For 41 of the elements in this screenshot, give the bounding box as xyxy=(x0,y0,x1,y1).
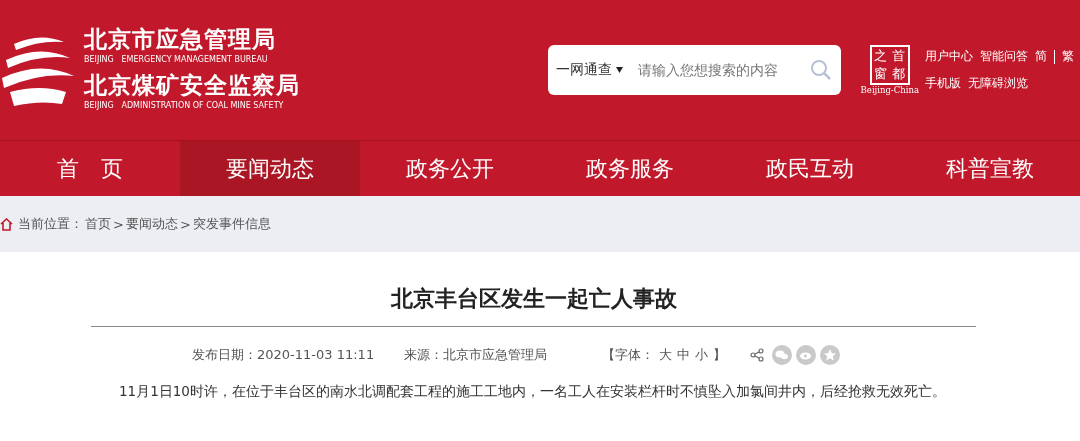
home-icon xyxy=(0,217,13,231)
language-link[interactable]: 繁 xyxy=(1062,48,1074,65)
font-size-option[interactable]: 小 xyxy=(695,346,709,364)
breadcrumb-link[interactable]: 要闻动态 xyxy=(125,215,178,233)
bureau-english-name: BEIJING EMERGENCY MANAGEMENT BUREAU xyxy=(84,55,269,65)
share-icon[interactable] xyxy=(750,348,765,362)
nav-tab[interactable]: 首 页 xyxy=(0,141,180,196)
search-field[interactable]: 一网通查 请输入您想搜索的内容 xyxy=(547,45,841,95)
nav-tab[interactable]: 要闻动态 xyxy=(180,141,360,196)
breadcrumb-link[interactable]: 首页 xyxy=(85,215,111,233)
header-link[interactable]: 无障碍浏览 xyxy=(968,75,1028,92)
font-size-label: 【字体： xyxy=(602,346,655,364)
bureau-english-name: BEIJING ADMINISTRATION OF COAL MINE SAFETY xyxy=(84,101,285,111)
breadcrumb-separator: > xyxy=(179,216,191,232)
chat-icon[interactable] xyxy=(772,345,793,365)
breadcrumb-label: 当前位置： xyxy=(18,215,83,233)
bureau-name: 北京煤矿安全监察局 xyxy=(84,71,300,99)
breadcrumb-link[interactable]: 突发事件信息 xyxy=(192,215,271,233)
article-paragraph: 11月1日10时许，在位于丰台区的南水北调配套工程的施工工地内，一名工人在安装栏杆时不慎坠入加氯间井内，后经抢救无效死亡。 xyxy=(118,383,947,401)
nav-tab[interactable]: 政务公开 xyxy=(360,141,540,196)
nav-tab[interactable]: 政民互动 xyxy=(720,141,900,196)
publish-date: 发布日期：2020-11-03 11:11 xyxy=(192,346,375,364)
article-source: 来源：北京市应急管理局 xyxy=(404,346,548,364)
header-link[interactable]: 用户中心 xyxy=(925,48,973,65)
eye-icon[interactable] xyxy=(796,345,817,365)
font-size-option[interactable]: 中 xyxy=(677,346,691,364)
nav-tab[interactable]: 政务服务 xyxy=(540,141,720,196)
search-icon[interactable] xyxy=(809,59,832,81)
bracket: 】 xyxy=(713,346,727,364)
bureau-name: 北京市应急管理局 xyxy=(84,25,277,53)
nav-tab[interactable]: 科普宣教 xyxy=(900,141,1080,196)
capital-logo[interactable]: 之 首 窗 都 xyxy=(869,45,910,85)
scope-dropdown[interactable]: 一网通查 xyxy=(547,61,636,79)
breadcrumb-separator: > xyxy=(113,216,124,232)
font-size-option[interactable]: 大 xyxy=(659,346,673,364)
caret-icon xyxy=(615,67,623,73)
article-title: 北京丰台区发生一起亡人事故 xyxy=(91,284,976,327)
logo-caption: Beijing-China xyxy=(860,85,919,95)
header-link[interactable]: 智能问答 xyxy=(980,48,1028,65)
language-link[interactable]: 简 xyxy=(1035,48,1047,65)
header-link[interactable]: 手机版 xyxy=(925,75,961,92)
